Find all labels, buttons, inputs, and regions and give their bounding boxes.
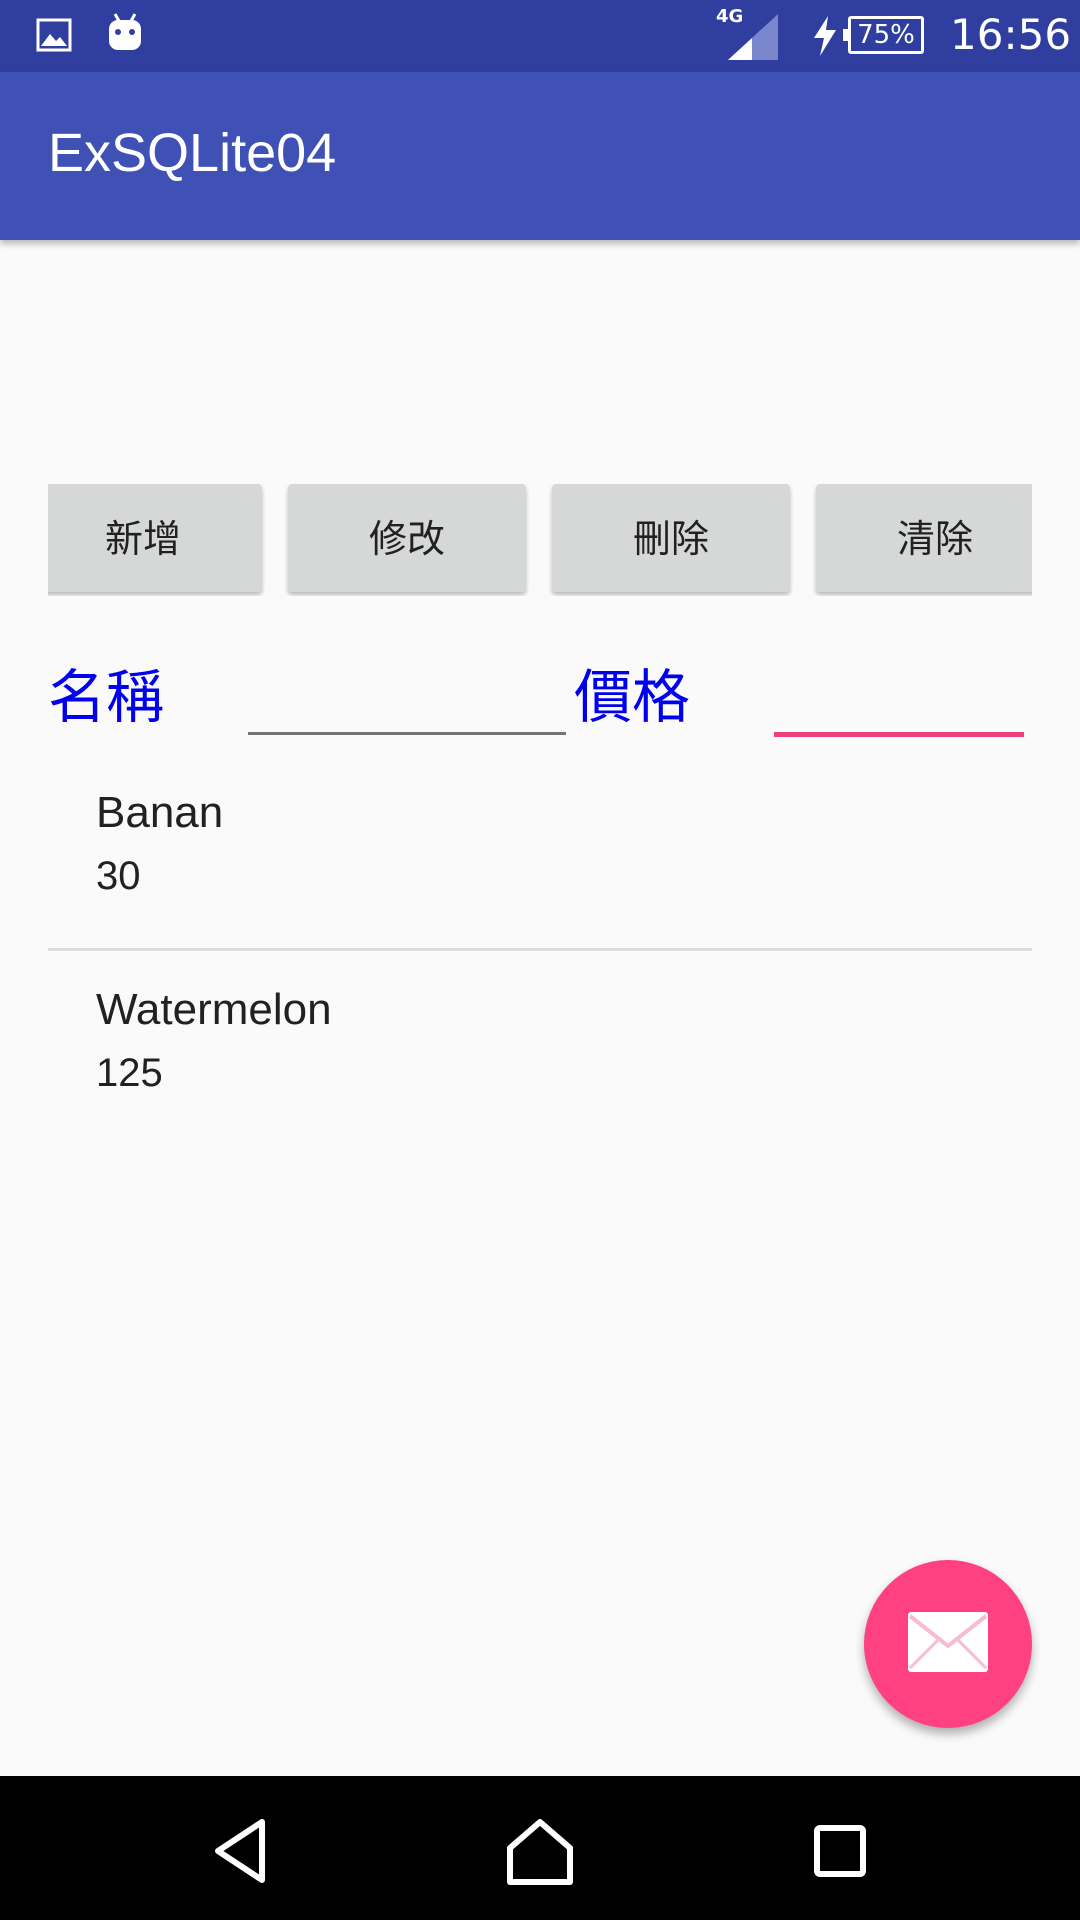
gallery-icon (36, 18, 72, 52)
add-button[interactable]: 新增 (48, 484, 262, 592)
price-label: 價格 (574, 663, 691, 731)
list-item[interactable]: Banan 30 (48, 768, 1032, 948)
status-bar: 4G 75% 16:56 (0, 0, 1080, 72)
price-input[interactable] (774, 650, 1024, 737)
charging-icon (814, 16, 836, 56)
delete-button[interactable]: 刪除 (552, 484, 790, 592)
clear-button[interactable]: 清除 (816, 484, 1032, 592)
battery-level: 75% (857, 20, 915, 50)
name-label: 名稱 (48, 663, 165, 731)
signal-icon (728, 14, 778, 60)
product-list: Banan 30 Watermelon 125 (48, 768, 1032, 1145)
item-price: 125 (96, 1051, 163, 1095)
item-price: 30 (96, 854, 141, 898)
item-name: Watermelon (96, 985, 332, 1034)
mail-fab-button[interactable] (864, 1560, 1032, 1728)
list-item[interactable]: Watermelon 125 (48, 965, 1032, 1145)
name-input[interactable] (248, 650, 566, 735)
android-icon (109, 13, 141, 50)
navigation-bar (0, 1776, 1080, 1920)
item-name: Banan (96, 788, 224, 837)
recent-apps-icon[interactable] (800, 1816, 880, 1886)
divider (48, 948, 1032, 951)
app-bar: ExSQLite04 (0, 72, 1080, 240)
back-icon[interactable] (200, 1816, 280, 1886)
app-title: ExSQLite04 (48, 123, 337, 183)
home-icon[interactable] (500, 1816, 580, 1886)
action-buttons: 新增 修改 刪除 清除 (48, 484, 1032, 596)
mail-icon (908, 1612, 988, 1672)
clock: 16:56 (950, 10, 1072, 59)
edit-button[interactable]: 修改 (288, 484, 526, 592)
battery-icon: 75% (843, 16, 924, 54)
